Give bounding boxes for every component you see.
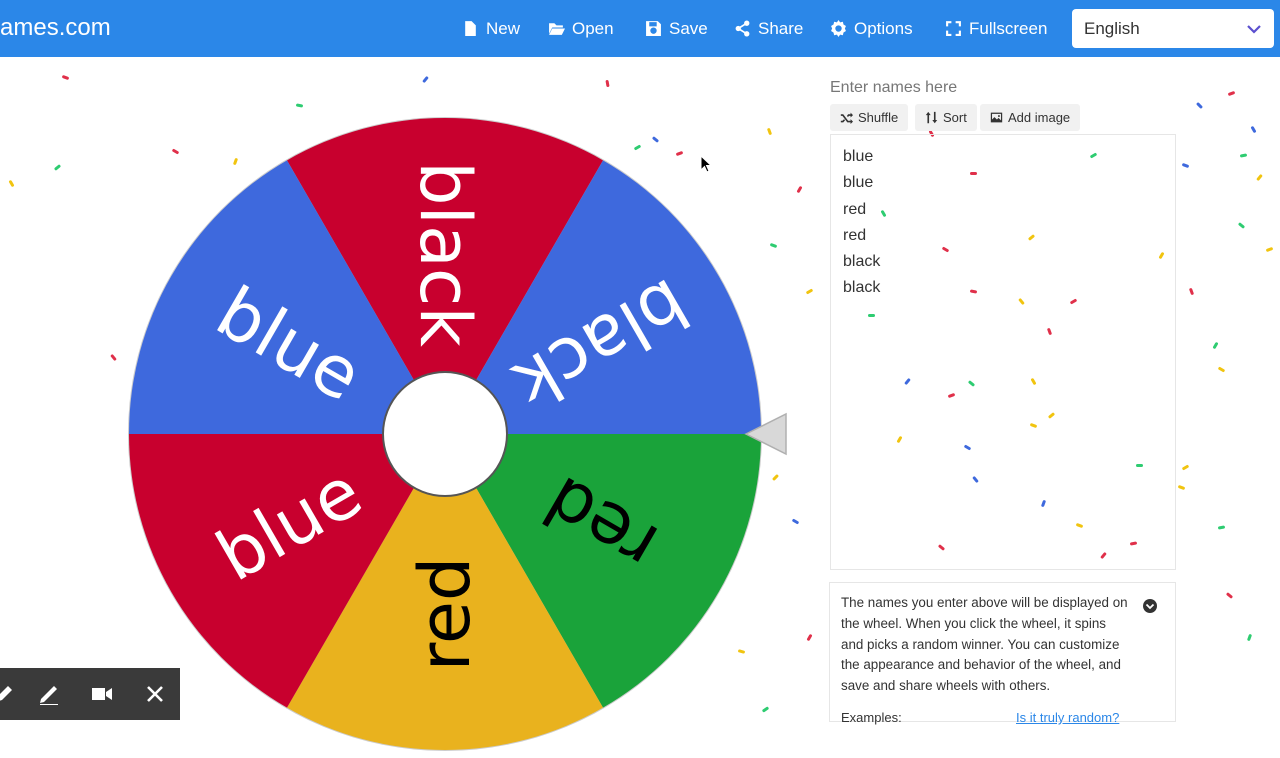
highlighter-icon[interactable]: [37, 682, 61, 706]
examples-label: Examples:: [841, 710, 902, 725]
share-button[interactable]: Share: [734, 0, 803, 57]
language-value: English: [1084, 18, 1140, 38]
name-entry[interactable]: black: [843, 253, 880, 271]
image-icon: [990, 112, 1003, 123]
language-select[interactable]: English: [1072, 9, 1274, 48]
name-entry[interactable]: blue: [843, 148, 873, 166]
info-text: The names you enter above will be displa…: [841, 595, 1128, 694]
wheel-center-hub[interactable]: [382, 371, 508, 497]
annotation-toolbar: [0, 668, 180, 720]
options-button[interactable]: Options: [830, 0, 913, 57]
sort-icon: [925, 111, 938, 124]
name-entry[interactable]: red: [843, 201, 866, 219]
wheel-slice-label: black: [404, 161, 486, 347]
fullscreen-icon: [946, 21, 961, 36]
file-icon: [465, 21, 476, 36]
spinning-wheel[interactable]: black black red red blue blue: [126, 115, 764, 753]
save-icon: [646, 21, 661, 36]
name-entry[interactable]: red: [843, 227, 866, 245]
mouse-cursor-icon: [700, 155, 712, 173]
share-icon: [735, 20, 750, 37]
folder-open-icon: [549, 23, 565, 35]
collapse-chevron-icon[interactable]: [1141, 597, 1159, 615]
wheel-pointer: [744, 412, 787, 456]
sort-button[interactable]: Sort: [915, 104, 977, 131]
names-textarea[interactable]: [830, 134, 1176, 570]
wheel-graphic[interactable]: black blackredredblueblue: [126, 115, 764, 753]
chevron-down-icon: [1247, 24, 1261, 34]
new-button[interactable]: New: [462, 0, 520, 57]
gear-icon: [831, 20, 846, 37]
top-navbar: ames.com New Open Save Share Options Ful…: [0, 0, 1280, 57]
entries-title: Enter names here: [830, 79, 958, 96]
name-entry[interactable]: black: [843, 279, 880, 297]
site-logo[interactable]: ames.com: [0, 14, 111, 42]
shuffle-button[interactable]: Shuffle: [830, 104, 909, 131]
open-button[interactable]: Open: [548, 0, 614, 57]
truly-random-link[interactable]: Is it truly random?: [1016, 710, 1119, 725]
name-entry[interactable]: blue: [843, 174, 873, 192]
camera-icon[interactable]: [90, 682, 114, 706]
wheel-slice-label: red: [404, 557, 486, 672]
pencil-icon[interactable]: [0, 682, 16, 706]
save-button[interactable]: Save: [645, 0, 708, 57]
fullscreen-button[interactable]: Fullscreen: [945, 0, 1047, 57]
close-icon[interactable]: [143, 682, 167, 706]
shuffle-icon: [840, 112, 853, 124]
add-image-button[interactable]: Add image: [980, 104, 1081, 131]
